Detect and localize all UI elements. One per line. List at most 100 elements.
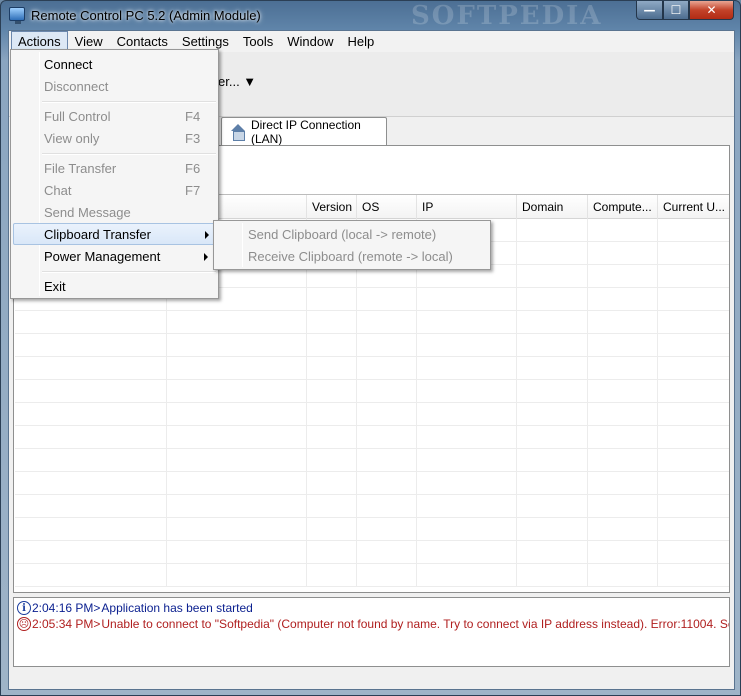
table-row[interactable] [15, 403, 729, 426]
menu-separator [42, 101, 216, 103]
menu-settings[interactable]: Settings [175, 31, 236, 51]
title-bar[interactable]: Remote Control PC 5.2 (Admin Module) SOF… [1, 1, 740, 31]
menu-item-connect[interactable]: Connect [13, 53, 216, 75]
table-cell [15, 518, 167, 541]
table-cell [167, 564, 307, 587]
table-cell [417, 426, 517, 449]
info-icon: i [17, 601, 31, 615]
table-cell [658, 449, 729, 472]
table-cell [357, 426, 417, 449]
table-cell [517, 564, 588, 587]
table-cell [307, 449, 357, 472]
table-cell [517, 265, 588, 288]
menu-item-file-transfer[interactable]: File Transfer F6 [13, 157, 216, 179]
menu-tools[interactable]: Tools [236, 31, 280, 51]
caption-buttons: — ☐ ✕ [636, 1, 734, 21]
column-header-version[interactable]: Version [307, 195, 357, 219]
watermark: SOFTPEDIA [411, 1, 603, 31]
menu-item-clipboard-transfer[interactable]: Clipboard Transfer [13, 223, 216, 245]
menu-item-send-clipboard[interactable]: Send Clipboard (local -> remote) [216, 223, 488, 245]
table-row[interactable] [15, 380, 729, 403]
table-cell [658, 242, 729, 265]
table-cell [517, 426, 588, 449]
toolbar-dropdown-button[interactable]: er... ▼ [218, 74, 256, 89]
table-cell [517, 219, 588, 242]
table-cell [658, 219, 729, 242]
column-header-domain[interactable]: Domain [517, 195, 588, 219]
menu-item-full-control[interactable]: Full Control F4 [13, 105, 216, 127]
table-cell [588, 564, 658, 587]
menu-item-power-management[interactable]: Power Management [13, 245, 216, 267]
table-cell [357, 518, 417, 541]
log-error-time: 2:05:34 PM> [32, 617, 101, 631]
menu-item-view-only[interactable]: View only F3 [13, 127, 216, 149]
menu-item-disconnect[interactable]: Disconnect [13, 75, 216, 97]
menu-window[interactable]: Window [280, 31, 340, 51]
table-cell [307, 495, 357, 518]
table-cell [357, 357, 417, 380]
table-cell [588, 495, 658, 518]
table-cell [417, 472, 517, 495]
menu-help[interactable]: Help [341, 31, 382, 51]
menu-shortcut: F6 [185, 161, 201, 176]
table-cell [357, 472, 417, 495]
close-button[interactable]: ✕ [689, 1, 734, 20]
table-row[interactable] [15, 357, 729, 380]
table-cell [357, 449, 417, 472]
table-row[interactable] [15, 334, 729, 357]
table-cell [588, 219, 658, 242]
menu-separator [42, 271, 216, 273]
column-header-os[interactable]: OS [357, 195, 417, 219]
menu-item-send-message[interactable]: Send Message [13, 201, 216, 223]
table-cell [357, 311, 417, 334]
menu-view[interactable]: View [68, 31, 110, 51]
table-cell [357, 564, 417, 587]
table-cell [167, 380, 307, 403]
table-cell [307, 403, 357, 426]
table-cell [307, 426, 357, 449]
column-header-current-user[interactable]: Current U... [658, 195, 729, 219]
table-cell [588, 265, 658, 288]
column-header-ip[interactable]: IP [417, 195, 517, 219]
table-cell [417, 518, 517, 541]
maximize-button[interactable]: ☐ [663, 1, 689, 20]
table-cell [588, 311, 658, 334]
clipboard-submenu: Send Clipboard (local -> remote) Receive… [213, 220, 491, 270]
menu-item-chat[interactable]: Chat F7 [13, 179, 216, 201]
table-cell [307, 472, 357, 495]
log-entry-error: ☹ 2:05:34 PM> Unable to connect to "Soft… [17, 616, 729, 632]
table-cell [517, 472, 588, 495]
table-cell [167, 334, 307, 357]
monitor-icon [9, 7, 25, 24]
table-cell [167, 311, 307, 334]
table-cell [417, 288, 517, 311]
table-cell [658, 541, 729, 564]
table-row[interactable] [15, 311, 729, 334]
table-cell [15, 449, 167, 472]
table-cell [15, 380, 167, 403]
menu-item-receive-clipboard[interactable]: Receive Clipboard (remote -> local) [216, 245, 488, 267]
column-header-computer[interactable]: Compute... [588, 195, 658, 219]
table-row[interactable] [15, 426, 729, 449]
table-row[interactable] [15, 564, 729, 587]
table-row[interactable] [15, 449, 729, 472]
menu-item-label: Exit [44, 279, 66, 294]
menu-actions[interactable]: Actions [11, 31, 68, 51]
table-cell [417, 564, 517, 587]
tab-direct-ip-connection[interactable]: Direct IP Connection (LAN) [221, 117, 387, 146]
table-row[interactable] [15, 541, 729, 564]
minimize-button[interactable]: — [636, 1, 663, 20]
table-cell [658, 380, 729, 403]
table-cell [167, 403, 307, 426]
menu-contacts[interactable]: Contacts [110, 31, 175, 51]
table-row[interactable] [15, 472, 729, 495]
table-cell [357, 495, 417, 518]
log-error-text: Unable to connect to "Softpedia" (Comput… [101, 617, 729, 631]
table-cell [658, 426, 729, 449]
table-row[interactable] [15, 495, 729, 518]
table-cell [517, 334, 588, 357]
table-cell [658, 265, 729, 288]
table-row[interactable] [15, 518, 729, 541]
menu-item-exit[interactable]: Exit [13, 275, 216, 297]
table-cell [307, 541, 357, 564]
